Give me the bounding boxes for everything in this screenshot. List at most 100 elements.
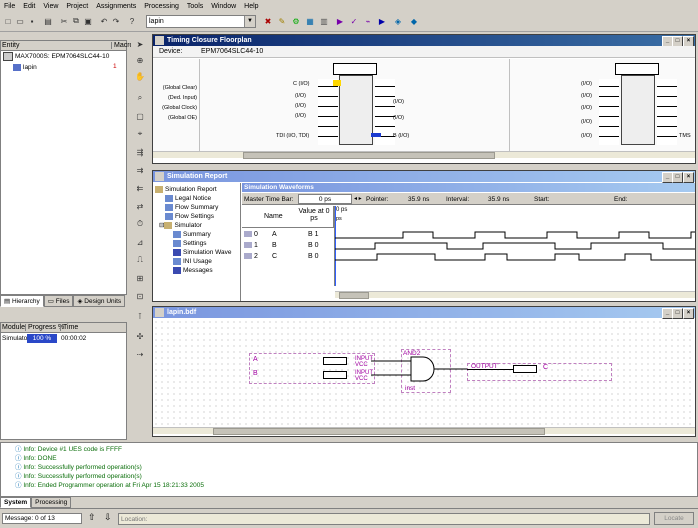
locate-button[interactable]: Locate bbox=[654, 512, 694, 525]
programmer-icon[interactable]: ◆ bbox=[408, 15, 420, 27]
waveform-traces[interactable] bbox=[335, 229, 695, 265]
analysis-icon[interactable]: ✓ bbox=[348, 15, 360, 27]
cell-icon[interactable]: ⊡ bbox=[134, 290, 146, 302]
message-row[interactable]: ⓘ Info: Successfully performed operation… bbox=[15, 464, 142, 472]
message-row[interactable]: ⓘ Info: DONE bbox=[15, 455, 57, 463]
message-row[interactable]: ⓘ Info: Device #1 UES code is FFFF bbox=[15, 446, 122, 454]
tree-simulator[interactable]: ⊟ Simulator bbox=[159, 221, 202, 230]
col-entity[interactable]: Entity bbox=[2, 42, 20, 49]
assignment-editor-icon[interactable]: ✖ bbox=[262, 15, 274, 27]
lab-left[interactable] bbox=[339, 75, 373, 145]
pointer-icon[interactable]: ➤ bbox=[134, 38, 146, 50]
menu-processing[interactable]: Processing bbox=[140, 3, 183, 10]
menu-view[interactable]: View bbox=[39, 3, 62, 10]
chip-icon[interactable]: ▦ bbox=[304, 15, 316, 27]
fanout-icon[interactable]: ⇇ bbox=[134, 182, 146, 194]
simreport-titlebar[interactable]: Simulation Report _ □ × bbox=[153, 171, 695, 183]
pin-c-label[interactable]: C bbox=[543, 364, 548, 371]
tree-flow-summary[interactable]: Flow Summary bbox=[165, 203, 218, 212]
io-c-cell[interactable] bbox=[333, 80, 341, 86]
col-progress[interactable]: Progress % bbox=[25, 324, 64, 331]
routing-icon[interactable]: ⇶ bbox=[134, 146, 146, 158]
tree-legal-notice[interactable]: Legal Notice bbox=[165, 194, 211, 203]
arrow-icon[interactable]: ⇢ bbox=[134, 348, 146, 360]
redo-icon[interactable]: ↷ bbox=[110, 15, 122, 27]
menu-edit[interactable]: Edit bbox=[19, 3, 39, 10]
input-pin-a[interactable] bbox=[323, 357, 347, 365]
tree-summary[interactable]: Summary bbox=[173, 230, 211, 239]
signal-a-name[interactable]: A bbox=[272, 231, 277, 238]
fanin-icon[interactable]: ⇉ bbox=[134, 164, 146, 176]
close-button[interactable]: × bbox=[683, 308, 694, 319]
paste-icon[interactable]: ▣ bbox=[82, 15, 94, 27]
maximize-button[interactable]: □ bbox=[672, 172, 683, 183]
start-compilation-icon[interactable]: ▶ bbox=[334, 15, 346, 27]
paths-icon[interactable]: ⇄ bbox=[134, 200, 146, 212]
cut-icon[interactable]: ✂ bbox=[58, 15, 70, 27]
tree-messages[interactable]: Messages bbox=[173, 266, 213, 275]
next-message-icon[interactable]: ⇩ bbox=[104, 512, 112, 523]
prev-message-icon[interactable]: ⇧ bbox=[88, 512, 96, 523]
zoom-icon[interactable]: ⊕ bbox=[134, 54, 146, 66]
master-time-field[interactable]: 0 ps bbox=[298, 194, 352, 204]
floorplan-titlebar[interactable]: Timing Closure Floorplan _ □ × bbox=[153, 35, 695, 47]
help-icon[interactable]: ? bbox=[126, 15, 138, 27]
marker-icon[interactable]: ✣ bbox=[134, 330, 146, 342]
signal-b-name[interactable]: B bbox=[272, 242, 277, 249]
time-step-arrows[interactable]: ◂ ▸ bbox=[354, 195, 362, 202]
copy-icon[interactable]: ⧉ bbox=[70, 15, 82, 27]
timing-icon[interactable]: ⌁ bbox=[362, 15, 374, 27]
col-value[interactable]: Value at 0 ps bbox=[298, 208, 330, 222]
menu-tools[interactable]: Tools bbox=[183, 3, 207, 10]
report-icon[interactable]: ◈ bbox=[392, 15, 404, 27]
pin-b-label[interactable]: B bbox=[253, 370, 258, 377]
floorplan-canvas[interactable]: (Global Clear) (Ded. Input) (Global Cloc… bbox=[153, 59, 695, 151]
tree-ini-usage[interactable]: INI Usage bbox=[173, 257, 212, 266]
close-button[interactable]: × bbox=[683, 172, 694, 183]
menu-project[interactable]: Project bbox=[62, 3, 92, 10]
tree-lapin[interactable]: lapin bbox=[13, 63, 37, 72]
col-module[interactable]: Module bbox=[2, 324, 25, 331]
maximize-button[interactable]: □ bbox=[672, 308, 683, 319]
tab-hierarchy[interactable]: ▤ Hierarchy bbox=[0, 295, 44, 307]
print-icon[interactable]: ▤ bbox=[42, 15, 54, 27]
col-name[interactable]: Name bbox=[264, 213, 283, 220]
io-b-cell[interactable] bbox=[371, 133, 381, 137]
simulation-icon[interactable]: ▶ bbox=[376, 15, 388, 27]
fit-icon[interactable]: ▢ bbox=[134, 110, 146, 122]
new-icon[interactable]: □ bbox=[2, 15, 14, 27]
node-icon[interactable]: ⊞ bbox=[134, 272, 146, 284]
settings-icon[interactable]: ⚙ bbox=[290, 15, 302, 27]
delay-icon[interactable]: ⏱ bbox=[134, 218, 146, 230]
message-row[interactable]: ⓘ Info: Ended Programmer operation at Fr… bbox=[15, 482, 204, 490]
menu-file[interactable]: File bbox=[0, 3, 19, 10]
tree-simulation-report[interactable]: Simulation Report bbox=[155, 185, 217, 194]
save-icon[interactable]: ▪ bbox=[26, 15, 38, 27]
open-icon[interactable]: ▭ bbox=[14, 15, 26, 27]
edge-icon[interactable]: ⊿ bbox=[134, 236, 146, 248]
waveform-hscroll[interactable] bbox=[335, 291, 695, 299]
tab-design-units[interactable]: ◈ Design Units bbox=[73, 295, 126, 307]
hand-icon[interactable]: ✋ bbox=[134, 70, 146, 82]
tree-flow-settings[interactable]: Flow Settings bbox=[165, 212, 214, 221]
message-row[interactable]: ⓘ Info: Successfully performed operation… bbox=[15, 473, 142, 481]
tab-files[interactable]: ▭ Files bbox=[43, 295, 74, 307]
waveform-icon[interactable]: ⎍ bbox=[134, 254, 146, 266]
schematic-canvas[interactable]: A B INPUT VCC INPUT VCC AND2 inst OUTPUT… bbox=[153, 319, 695, 427]
floorplan-hscroll[interactable] bbox=[153, 151, 695, 159]
menu-window[interactable]: Window bbox=[207, 3, 240, 10]
input-pin-b[interactable] bbox=[323, 371, 347, 379]
undo-icon[interactable]: ↶ bbox=[98, 15, 110, 27]
col-time[interactable]: Time bbox=[60, 324, 78, 331]
floorplan-icon[interactable]: ▥ bbox=[318, 15, 330, 27]
chevron-down-icon[interactable]: ▼ bbox=[244, 16, 255, 27]
tab-system[interactable]: System bbox=[0, 497, 32, 508]
location-input[interactable] bbox=[118, 513, 650, 525]
lab-right[interactable] bbox=[621, 75, 655, 145]
output-pin-c[interactable] bbox=[513, 365, 537, 373]
signal-c-name[interactable]: C bbox=[272, 253, 277, 260]
find-icon[interactable]: ⌕ bbox=[134, 92, 146, 104]
bdf-titlebar[interactable]: lapin.bdf _ □ × bbox=[153, 307, 695, 319]
menu-assignments[interactable]: Assignments bbox=[92, 3, 140, 10]
pin-planner-icon[interactable]: ✎ bbox=[276, 15, 288, 27]
